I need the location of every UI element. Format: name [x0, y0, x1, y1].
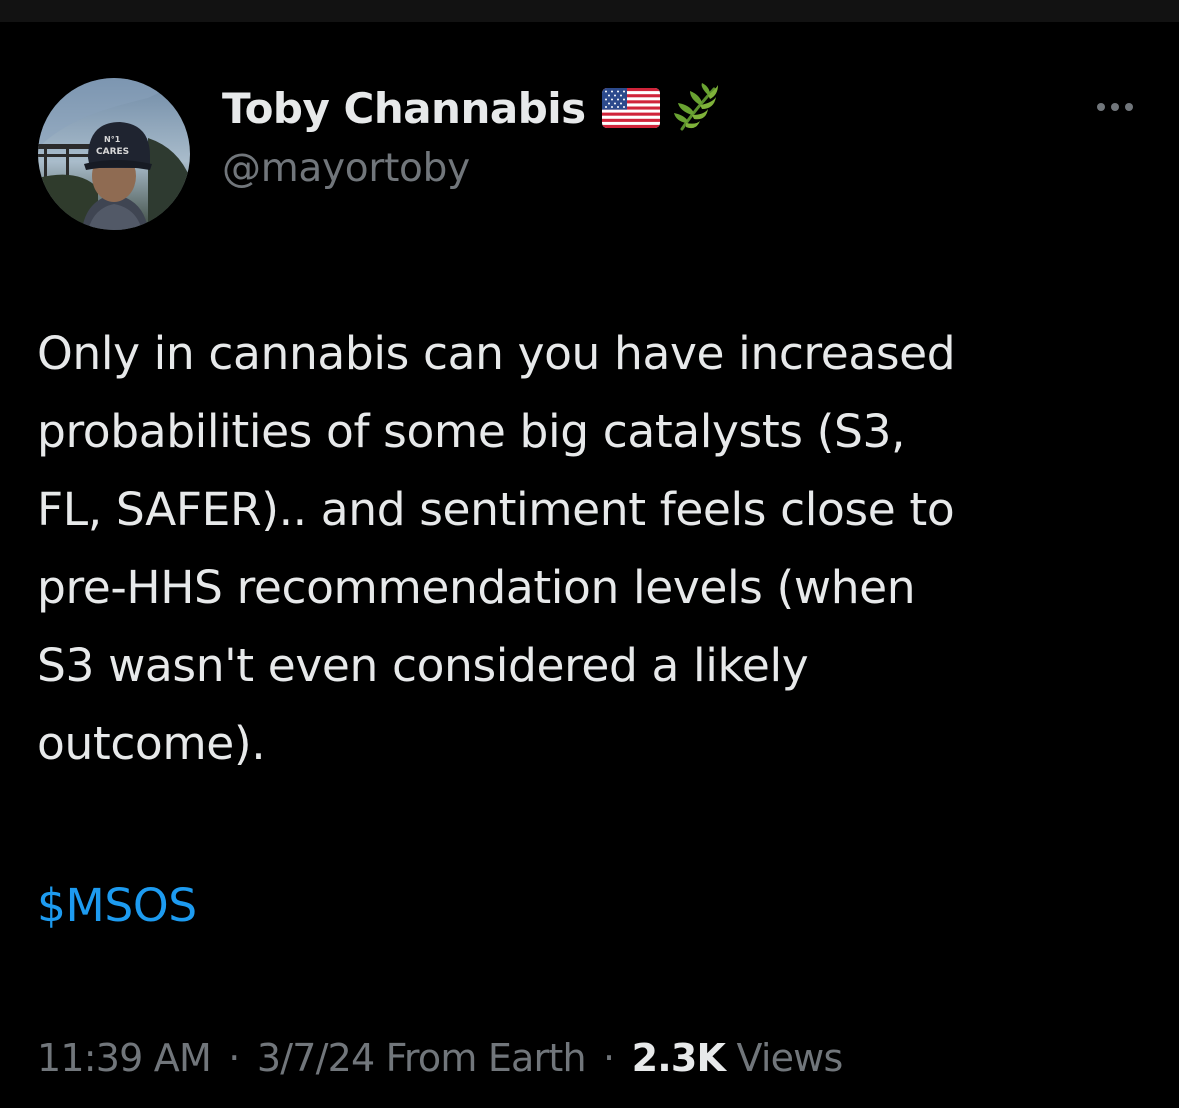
tweet-text-line: FL, SAFER).. and sentiment feels close t…	[37, 483, 955, 536]
tweet-time[interactable]: 11:39 AM	[37, 1036, 212, 1080]
tweet-text-line: outcome).	[37, 717, 266, 770]
tweet-meta: 11:39 AM · 3/7/24 From Earth · 2.3K View…	[37, 1032, 843, 1084]
tweet-text-line: Only in cannabis can you have increased	[37, 327, 956, 380]
svg-text:CARES: CARES	[96, 147, 129, 157]
us-flag-icon	[601, 88, 660, 128]
avatar[interactable]: N°1 CARES	[38, 78, 190, 230]
cashtag-link[interactable]: $MSOS	[37, 874, 197, 938]
more-dot-icon	[1111, 103, 1119, 111]
tweet-date[interactable]: 3/7/24	[257, 1036, 375, 1080]
tweet-text-line: S3 wasn't even considered a likely	[37, 639, 809, 692]
svg-text:N°1: N°1	[104, 135, 121, 144]
display-name[interactable]: Toby Channabis	[222, 84, 586, 133]
tweet-text: Only in cannabis can you have increased …	[37, 315, 1147, 783]
tweet: N°1 CARES Toby Channabis @mayortoby Only…	[0, 22, 1179, 1108]
herb-icon	[672, 83, 722, 133]
avatar-image: N°1 CARES	[38, 78, 190, 230]
tweet-source: From Earth	[385, 1036, 587, 1080]
meta-separator: ·	[228, 1036, 240, 1080]
more-dot-icon	[1097, 103, 1105, 111]
tweet-text-line: pre-HHS recommendation levels (when	[37, 561, 916, 614]
meta-separator: ·	[603, 1036, 615, 1080]
tweet-text-line: probabilities of some big catalysts (S3,	[37, 405, 906, 458]
author-name-row: Toby Channabis	[222, 82, 722, 134]
views-count[interactable]: 2.3K	[632, 1036, 726, 1080]
author-handle[interactable]: @mayortoby	[222, 146, 470, 191]
more-options-button[interactable]	[1090, 94, 1140, 120]
more-dot-icon	[1125, 103, 1133, 111]
views-label: Views	[736, 1036, 843, 1080]
status-bar	[0, 0, 1179, 22]
